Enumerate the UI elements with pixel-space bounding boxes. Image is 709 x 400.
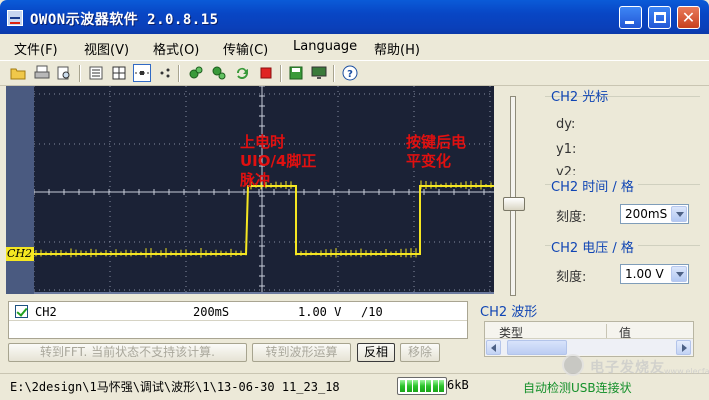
progress-segment (406, 380, 412, 392)
scope-screen[interactable]: 上电时 UIO/4脚正 脉冲 按键后电 平变化 (34, 86, 494, 292)
menu-file[interactable]: 文件(F) (14, 39, 58, 58)
menu-language[interactable]: Language (293, 39, 357, 54)
list-view-icon[interactable] (88, 65, 104, 81)
progress-segment (413, 380, 418, 392)
maximize-icon (654, 12, 666, 23)
watermark-icon (562, 354, 584, 376)
channel-name: CH2 (35, 305, 57, 319)
print-preview-icon[interactable] (56, 65, 72, 81)
annotation-line: 按键后电 (406, 133, 467, 151)
watermark-sub: www.elecfans.com (664, 367, 709, 376)
time-scale-value: 200mS (625, 207, 668, 221)
channel-timebase: 200mS (193, 305, 230, 319)
scope-left-strip (6, 86, 34, 294)
dotted-line-icon[interactable] (133, 64, 151, 82)
time-scale-label: 刻度: (556, 210, 587, 225)
menu-transfer[interactable]: 传输(C) (223, 39, 268, 58)
annotation-line: UIO/4脚正 (240, 152, 317, 170)
help-icon[interactable]: ? (342, 65, 358, 81)
progress-segment (432, 380, 438, 392)
connection-status: 自动检测USB连接状 (523, 381, 632, 395)
toolbar-separator (280, 65, 282, 82)
menu-bar: 文件(F) 视图(V) 格式(O) 传输(C) Language 帮助(H) (0, 34, 709, 60)
watermark-logo: 电子发烧友 www.elecfans.com (560, 354, 709, 378)
annotation-button-press: 按键后电 平变化 (406, 133, 466, 171)
progress-segment (419, 380, 425, 392)
watermark-text: 电子发烧友 (590, 360, 665, 376)
column-separator (606, 324, 607, 338)
cursor-header: CH2 光标 (551, 90, 609, 105)
dy-label: dy: (556, 117, 576, 132)
progress-bar (397, 377, 447, 395)
time-scale-select[interactable]: 200mS (620, 204, 689, 224)
volt-header: CH2 电压 / 格 (551, 237, 638, 256)
volt-scale-value: 1.00 V (625, 267, 664, 281)
fft-button[interactable]: 转到FFT. 当前状态不支持该计算. (8, 343, 247, 362)
window-title: OWON示波器软件 2.0.8.15 (30, 12, 219, 28)
vertical-slider-thumb[interactable] (503, 197, 525, 211)
gears-green-icon[interactable] (211, 65, 227, 81)
channel-probe: /10 (361, 305, 383, 319)
toolbar-separator (79, 65, 81, 82)
minimize-button[interactable] (619, 6, 642, 29)
gears-icon[interactable] (188, 65, 204, 81)
annotation-line: 平变化 (406, 152, 452, 170)
time-header: CH2 时间 / 格 (551, 176, 638, 195)
vertical-slider-track[interactable] (510, 96, 516, 296)
monitor-icon[interactable] (311, 65, 327, 81)
menu-format[interactable]: 格式(O) (153, 39, 199, 58)
volt-scale-select[interactable]: 1.00 V (620, 264, 689, 284)
channel-checkbox[interactable] (15, 305, 28, 318)
row-divider (9, 320, 467, 321)
print-icon[interactable] (34, 65, 50, 81)
dots-icon[interactable] (157, 65, 173, 81)
y1-label: y1: (556, 142, 577, 157)
toolbar: ? (0, 60, 709, 86)
stop-icon[interactable] (258, 65, 274, 81)
close-button[interactable]: ✕ (677, 6, 700, 29)
invert-button[interactable]: 反相 (357, 343, 395, 362)
maximize-button[interactable] (648, 6, 671, 29)
scroll-left-icon[interactable] (486, 340, 501, 355)
wave-header: CH2 波形 (480, 305, 538, 320)
remove-button[interactable]: 移除 (400, 343, 440, 362)
menu-view[interactable]: 视图(V) (84, 39, 129, 58)
menu-help[interactable]: 帮助(H) (374, 39, 420, 58)
annotation-line: 上电时 (240, 133, 286, 151)
chevron-down-icon[interactable] (671, 266, 687, 282)
title-bar[interactable]: OWON示波器软件 2.0.8.15 ✕ (0, 0, 709, 34)
svg-text:?: ? (347, 69, 353, 80)
save-icon[interactable] (288, 65, 304, 81)
minimize-icon (625, 21, 634, 24)
toolbar-separator (178, 65, 180, 82)
channel-table: CH2 200mS 1.00 V /10 (8, 301, 468, 339)
grid-icon[interactable] (111, 65, 127, 81)
math-button[interactable]: 转到波形运算 (252, 343, 351, 362)
channel-marker[interactable]: CH2 (6, 247, 34, 261)
progress-segment (400, 380, 405, 392)
chevron-down-icon[interactable] (671, 206, 687, 222)
app-icon (7, 10, 23, 26)
progress-segment (439, 380, 444, 392)
progress-segment (426, 380, 431, 392)
file-size: 6kB (447, 378, 469, 392)
y2-label: y2: (556, 165, 577, 175)
channel-volts: 1.00 V (298, 305, 342, 319)
toolbar-separator (333, 65, 335, 82)
scroll-right-icon[interactable] (676, 340, 691, 355)
scroll-thumb[interactable] (507, 340, 567, 355)
horizontal-scrollbar[interactable] (485, 338, 693, 355)
volt-scale-label: 刻度: (556, 270, 587, 285)
refresh-icon[interactable] (234, 65, 250, 81)
annotation-power-on: 上电时 UIO/4脚正 脉冲 (240, 133, 316, 190)
annotation-line: 脉冲 (240, 171, 271, 189)
file-path: E:\2design\1马怀强\调试\波形\1\13-06-30 11_23_1… (10, 380, 340, 394)
open-folder-icon[interactable] (10, 65, 26, 81)
